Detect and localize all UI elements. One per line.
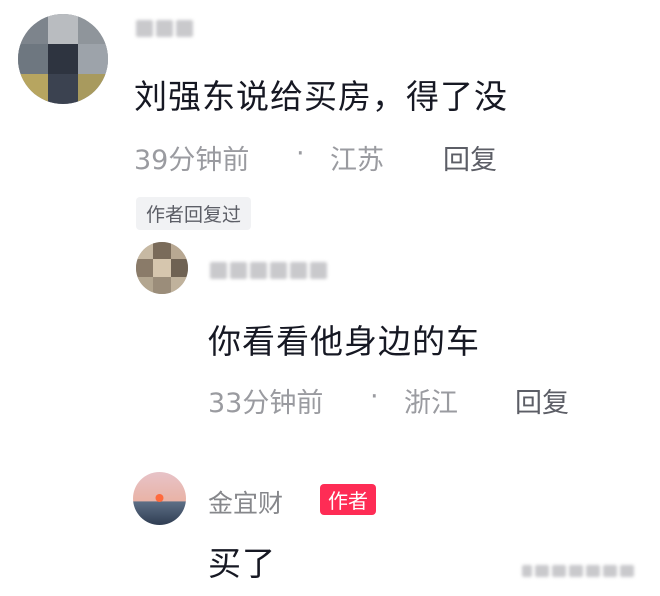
sunset-avatar-image bbox=[133, 472, 186, 525]
author-avatar[interactable] bbox=[133, 472, 186, 525]
meta-separator: · bbox=[370, 381, 379, 412]
reply1-location: 浙江 bbox=[404, 388, 458, 419]
comment-location: 江苏 bbox=[330, 145, 384, 176]
meta-separator: · bbox=[296, 138, 305, 169]
reply1-avatar[interactable] bbox=[136, 242, 188, 294]
comment-text: 刘强东说给买房，得了没 bbox=[134, 77, 508, 116]
author-badge: 作者 bbox=[320, 484, 376, 515]
commenter-avatar[interactable] bbox=[18, 14, 108, 104]
pixelated-avatar-image bbox=[18, 14, 108, 104]
reply1-name-blurred[interactable] bbox=[210, 262, 327, 279]
reply1-timestamp: 33分钟前 bbox=[208, 388, 324, 419]
reply-button[interactable]: 回复 bbox=[443, 138, 497, 177]
comment-timestamp: 39分钟前 bbox=[134, 145, 250, 176]
author-username[interactable]: 金宜财 bbox=[208, 484, 283, 520]
reply-button[interactable]: 回复 bbox=[515, 381, 569, 420]
author-reply-text: 买了 bbox=[208, 544, 276, 583]
watermark-blurred bbox=[522, 565, 634, 577]
author-replied-chip: 作者回复过 bbox=[136, 197, 252, 230]
commenter-name-blurred[interactable] bbox=[136, 20, 193, 37]
reply1-text: 你看看他身边的车 bbox=[208, 322, 480, 361]
pixelated-avatar-image bbox=[136, 242, 188, 294]
